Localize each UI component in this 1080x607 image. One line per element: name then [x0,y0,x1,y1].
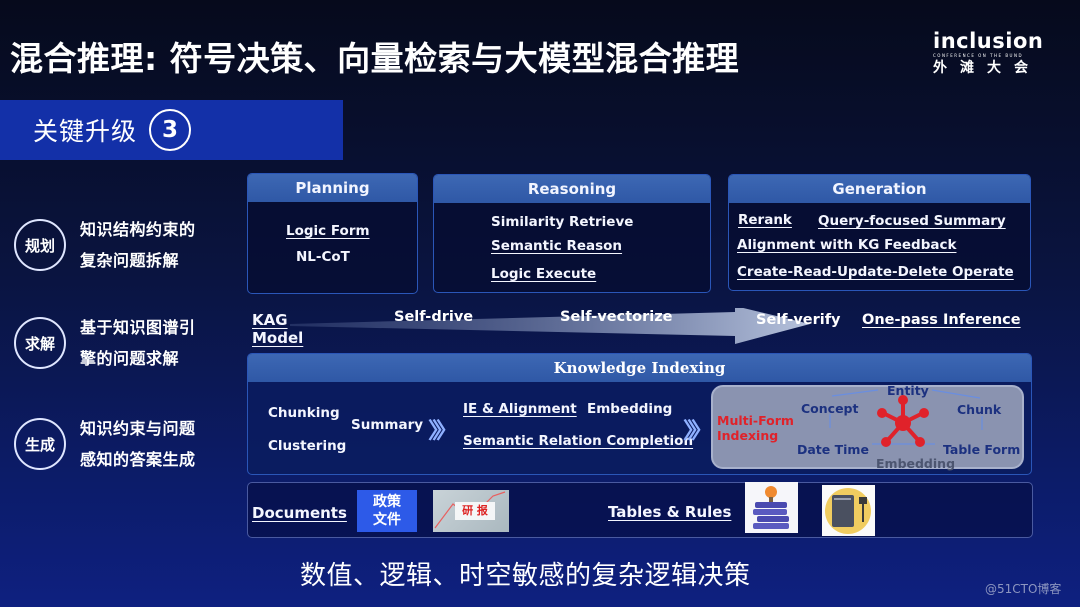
flow-step-self-vectorize: Self-vectorize [560,309,673,325]
stage-solving: 求解 基于知识图谱引 擎的问题求解 [14,312,244,374]
generation-item-crud-operate: Create-Read-Update-Delete Operate [737,264,1014,280]
policy-thumb-line: 政策 [373,494,401,510]
footer-caption: 数值、逻辑、时空敏感的复杂逻辑决策 [300,561,751,591]
law-book-gavel-icon [822,485,875,536]
stage-badge: 求解 [14,317,66,369]
planning-panel-title: Planning [248,174,417,202]
stage-desc-line: 擎的问题求解 [80,349,180,368]
reasoning-item-similarity-retrieve: Similarity Retrieve [491,214,634,230]
ki-item-ie-alignment: IE & Alignment [463,401,577,417]
stage-badge: 规划 [14,219,66,271]
chevron-right-icon: 〉〉〉 [683,419,713,444]
policy-document-thumbnail: 政策 文件 [357,490,417,532]
ki-item-chunking: Chunking [268,405,340,421]
planning-item-logic-form: Logic Form [286,223,370,239]
multi-form-label-line: Multi-Form [717,413,794,428]
stage-description: 知识约束与问题 感知的答案生成 [80,413,196,475]
stage-desc-line: 复杂问题拆解 [80,251,180,270]
stage-desc-line: 知识约束与问题 [80,419,196,438]
books-icon [753,486,789,529]
chevron-right-icon: 〉〉〉 [428,419,458,444]
stage-description: 知识结构约束的 复杂问题拆解 [80,214,196,276]
ki-item-clustering: Clustering [268,438,347,454]
gavel-icon [825,488,871,534]
reasoning-panel-title: Reasoning [434,175,710,203]
generation-item-query-focused-summary: Query-focused Summary [818,213,1006,229]
key-upgrade-banner: 关键升级 3 [0,100,343,160]
flow-step-self-verify: Self-verify [756,312,841,328]
ki-item-embedding: Embedding [587,401,673,417]
planning-item-nl-cot: NL-CoT [296,249,350,265]
flow-step-self-drive: Self-drive [394,309,474,325]
generation-panel-title: Generation [729,175,1030,203]
banner-label: 关键升级 [33,117,138,146]
stage-planning: 规划 知识结构约束的 复杂问题拆解 [14,214,244,276]
stage-badge: 生成 [14,418,66,470]
ki-item-summary: Summary [351,417,424,433]
reasoning-item-semantic-reason: Semantic Reason [491,238,623,254]
stage-generation: 生成 知识约束与问题 感知的答案生成 [14,413,244,475]
tables-rules-label: Tables & Rules [608,503,732,521]
generation-item-kg-feedback: Alignment with KG Feedback [737,237,957,253]
multi-form-label: Multi-Form Indexing [717,413,794,443]
flow-step-one-pass-inference: One-pass Inference [862,312,1021,328]
stage-desc-line: 知识结构约束的 [80,220,196,239]
logo-chinese: 外滩大会 [933,60,1041,76]
banner-number-badge: 3 [149,109,192,151]
generation-item-rerank: Rerank [738,212,792,228]
knowledge-graph-icon [877,395,929,447]
report-tag: 研 报 [455,502,495,520]
ki-item-semantic-relation-completion: Semantic Relation Completion [463,433,694,449]
stage-desc-line: 感知的答案生成 [80,450,196,469]
knowledge-indexing-title: Knowledge Indexing [248,354,1031,382]
stage-desc-line: 基于知识图谱引 [80,318,196,337]
logo-wordmark: inclusion [933,29,1044,53]
reasoning-item-logic-execute: Logic Execute [491,266,597,282]
policy-thumb-line: 文件 [373,512,401,528]
stage-description: 基于知识图谱引 擎的问题求解 [80,312,196,374]
multi-form-label-line: Indexing [717,428,779,443]
inclusion-logo: inclusion CONFERENCE ON THE BUND 外滩大会 [933,31,1045,77]
documents-label: Documents [252,504,347,522]
books-lightbulb-icon [745,482,798,533]
watermark: @51CTO博客 [985,582,1062,596]
research-report-thumbnail: 研 报 [433,490,509,532]
slide-title: 混合推理: 符号决策、向量检索与大模型混合推理 [10,39,740,78]
